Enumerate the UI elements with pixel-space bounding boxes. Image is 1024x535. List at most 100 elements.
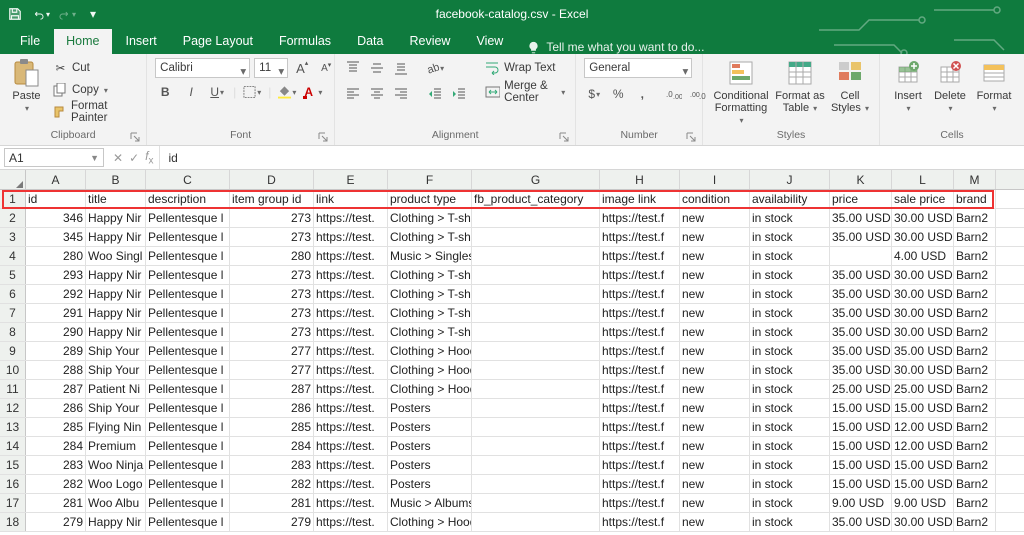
data-cell[interactable]: https://test.f <box>600 361 680 379</box>
data-cell[interactable]: 15.00 USD <box>892 399 954 417</box>
data-cell[interactable]: https://test. <box>314 323 388 341</box>
header-cell[interactable]: brand <box>954 190 996 208</box>
data-cell[interactable]: 9.00 USD <box>892 494 954 512</box>
row-header[interactable]: 7 <box>0 304 26 322</box>
font-name-select[interactable]: Calibri▾ <box>155 58 250 78</box>
data-cell[interactable]: Pellentesque l <box>146 380 230 398</box>
data-cell[interactable]: 12.00 USD <box>892 437 954 455</box>
cut-button[interactable]: ✂Cut <box>51 58 138 78</box>
data-cell[interactable]: 25.00 USD <box>892 380 954 398</box>
col-header-M[interactable]: M <box>954 170 996 189</box>
data-cell[interactable]: in stock <box>750 209 830 227</box>
data-cell[interactable] <box>472 304 600 322</box>
data-cell[interactable]: 280 <box>230 247 314 265</box>
data-cell[interactable]: 35.00 USD <box>830 361 892 379</box>
italic-button[interactable]: I <box>181 82 201 102</box>
dialog-launcher-icon[interactable] <box>559 132 569 142</box>
data-cell[interactable]: Premium <box>86 437 146 455</box>
data-cell[interactable]: Pellentesque l <box>146 418 230 436</box>
data-cell[interactable]: Clothing > T-shirts <box>388 285 472 303</box>
row-header[interactable]: 10 <box>0 361 26 379</box>
data-cell[interactable]: Clothing > Hoodies <box>388 513 472 531</box>
data-cell[interactable] <box>830 247 892 265</box>
data-cell[interactable]: 285 <box>26 418 86 436</box>
col-header-A[interactable]: A <box>26 170 86 189</box>
data-cell[interactable]: 287 <box>230 380 314 398</box>
tab-review[interactable]: Review <box>397 29 462 54</box>
data-cell[interactable]: in stock <box>750 399 830 417</box>
row-header[interactable]: 6 <box>0 285 26 303</box>
tab-file[interactable]: File <box>8 29 52 54</box>
row-header[interactable]: 2 <box>0 209 26 227</box>
col-header-L[interactable]: L <box>892 170 954 189</box>
data-cell[interactable]: https://test. <box>314 475 388 493</box>
data-cell[interactable]: 273 <box>230 228 314 246</box>
data-cell[interactable]: Barn2 <box>954 247 996 265</box>
data-cell[interactable]: Posters <box>388 418 472 436</box>
data-cell[interactable]: 279 <box>230 513 314 531</box>
data-cell[interactable] <box>472 475 600 493</box>
data-cell[interactable]: Pellentesque l <box>146 494 230 512</box>
data-cell[interactable]: 35.00 USD <box>830 228 892 246</box>
data-cell[interactable]: 4.00 USD <box>892 247 954 265</box>
dialog-launcher-icon[interactable] <box>130 132 140 142</box>
data-cell[interactable]: Patient Ni <box>86 380 146 398</box>
data-cell[interactable]: Pellentesque l <box>146 342 230 360</box>
orientation-button[interactable]: ab▾ <box>425 58 445 78</box>
number-format-select[interactable]: General▾ <box>584 58 692 78</box>
data-cell[interactable]: in stock <box>750 380 830 398</box>
data-cell[interactable]: Barn2 <box>954 475 996 493</box>
data-cell[interactable]: Happy Nir <box>86 304 146 322</box>
data-cell[interactable]: 345 <box>26 228 86 246</box>
row-header[interactable]: 14 <box>0 437 26 455</box>
data-cell[interactable]: Clothing > T-shirts <box>388 266 472 284</box>
col-header-E[interactable]: E <box>314 170 388 189</box>
data-cell[interactable]: Pellentesque l <box>146 437 230 455</box>
data-cell[interactable]: new <box>680 323 750 341</box>
data-cell[interactable]: new <box>680 437 750 455</box>
data-cell[interactable]: Pellentesque l <box>146 247 230 265</box>
data-cell[interactable]: new <box>680 342 750 360</box>
comma-button[interactable]: , <box>632 84 652 104</box>
qat-customize-icon[interactable]: ▾ <box>84 5 102 23</box>
col-header-G[interactable]: G <box>472 170 600 189</box>
data-cell[interactable]: 15.00 USD <box>830 418 892 436</box>
data-cell[interactable]: Ship Your <box>86 361 146 379</box>
redo-icon[interactable]: ▾ <box>58 5 76 23</box>
align-middle-button[interactable] <box>367 58 387 78</box>
header-cell[interactable]: fb_product_category <box>472 190 600 208</box>
data-cell[interactable]: Barn2 <box>954 418 996 436</box>
data-cell[interactable]: 30.00 USD <box>892 209 954 227</box>
data-cell[interactable]: 293 <box>26 266 86 284</box>
data-cell[interactable] <box>472 494 600 512</box>
data-cell[interactable]: Clothing > Hoodies <box>388 361 472 379</box>
data-cell[interactable]: 279 <box>26 513 86 531</box>
data-cell[interactable]: Barn2 <box>954 513 996 531</box>
data-cell[interactable]: Barn2 <box>954 266 996 284</box>
cancel-formula-icon[interactable]: ✕ <box>113 151 123 165</box>
data-cell[interactable]: 281 <box>230 494 314 512</box>
wrap-text-button[interactable]: Wrap Text <box>483 58 567 78</box>
data-cell[interactable]: Barn2 <box>954 380 996 398</box>
data-cell[interactable]: 284 <box>230 437 314 455</box>
align-right-button[interactable] <box>391 84 411 104</box>
data-cell[interactable]: https://test.f <box>600 456 680 474</box>
dialog-launcher-icon[interactable] <box>686 132 696 142</box>
data-cell[interactable]: Posters <box>388 456 472 474</box>
data-cell[interactable]: in stock <box>750 304 830 322</box>
col-header-D[interactable]: D <box>230 170 314 189</box>
data-cell[interactable]: 286 <box>26 399 86 417</box>
format-as-table-button[interactable]: Format asTable ▾ <box>773 58 827 114</box>
accounting-button[interactable]: $▾ <box>584 84 604 104</box>
data-cell[interactable]: 283 <box>26 456 86 474</box>
grow-font-button[interactable]: A▴ <box>292 58 312 78</box>
name-box[interactable]: A1▼ <box>4 148 104 167</box>
data-cell[interactable]: in stock <box>750 247 830 265</box>
data-cell[interactable]: Woo Singl <box>86 247 146 265</box>
decrease-indent-button[interactable] <box>425 84 445 104</box>
data-cell[interactable]: https://test. <box>314 304 388 322</box>
data-cell[interactable]: in stock <box>750 494 830 512</box>
data-cell[interactable]: Woo Ninja <box>86 456 146 474</box>
data-cell[interactable]: 285 <box>230 418 314 436</box>
data-cell[interactable]: Barn2 <box>954 342 996 360</box>
